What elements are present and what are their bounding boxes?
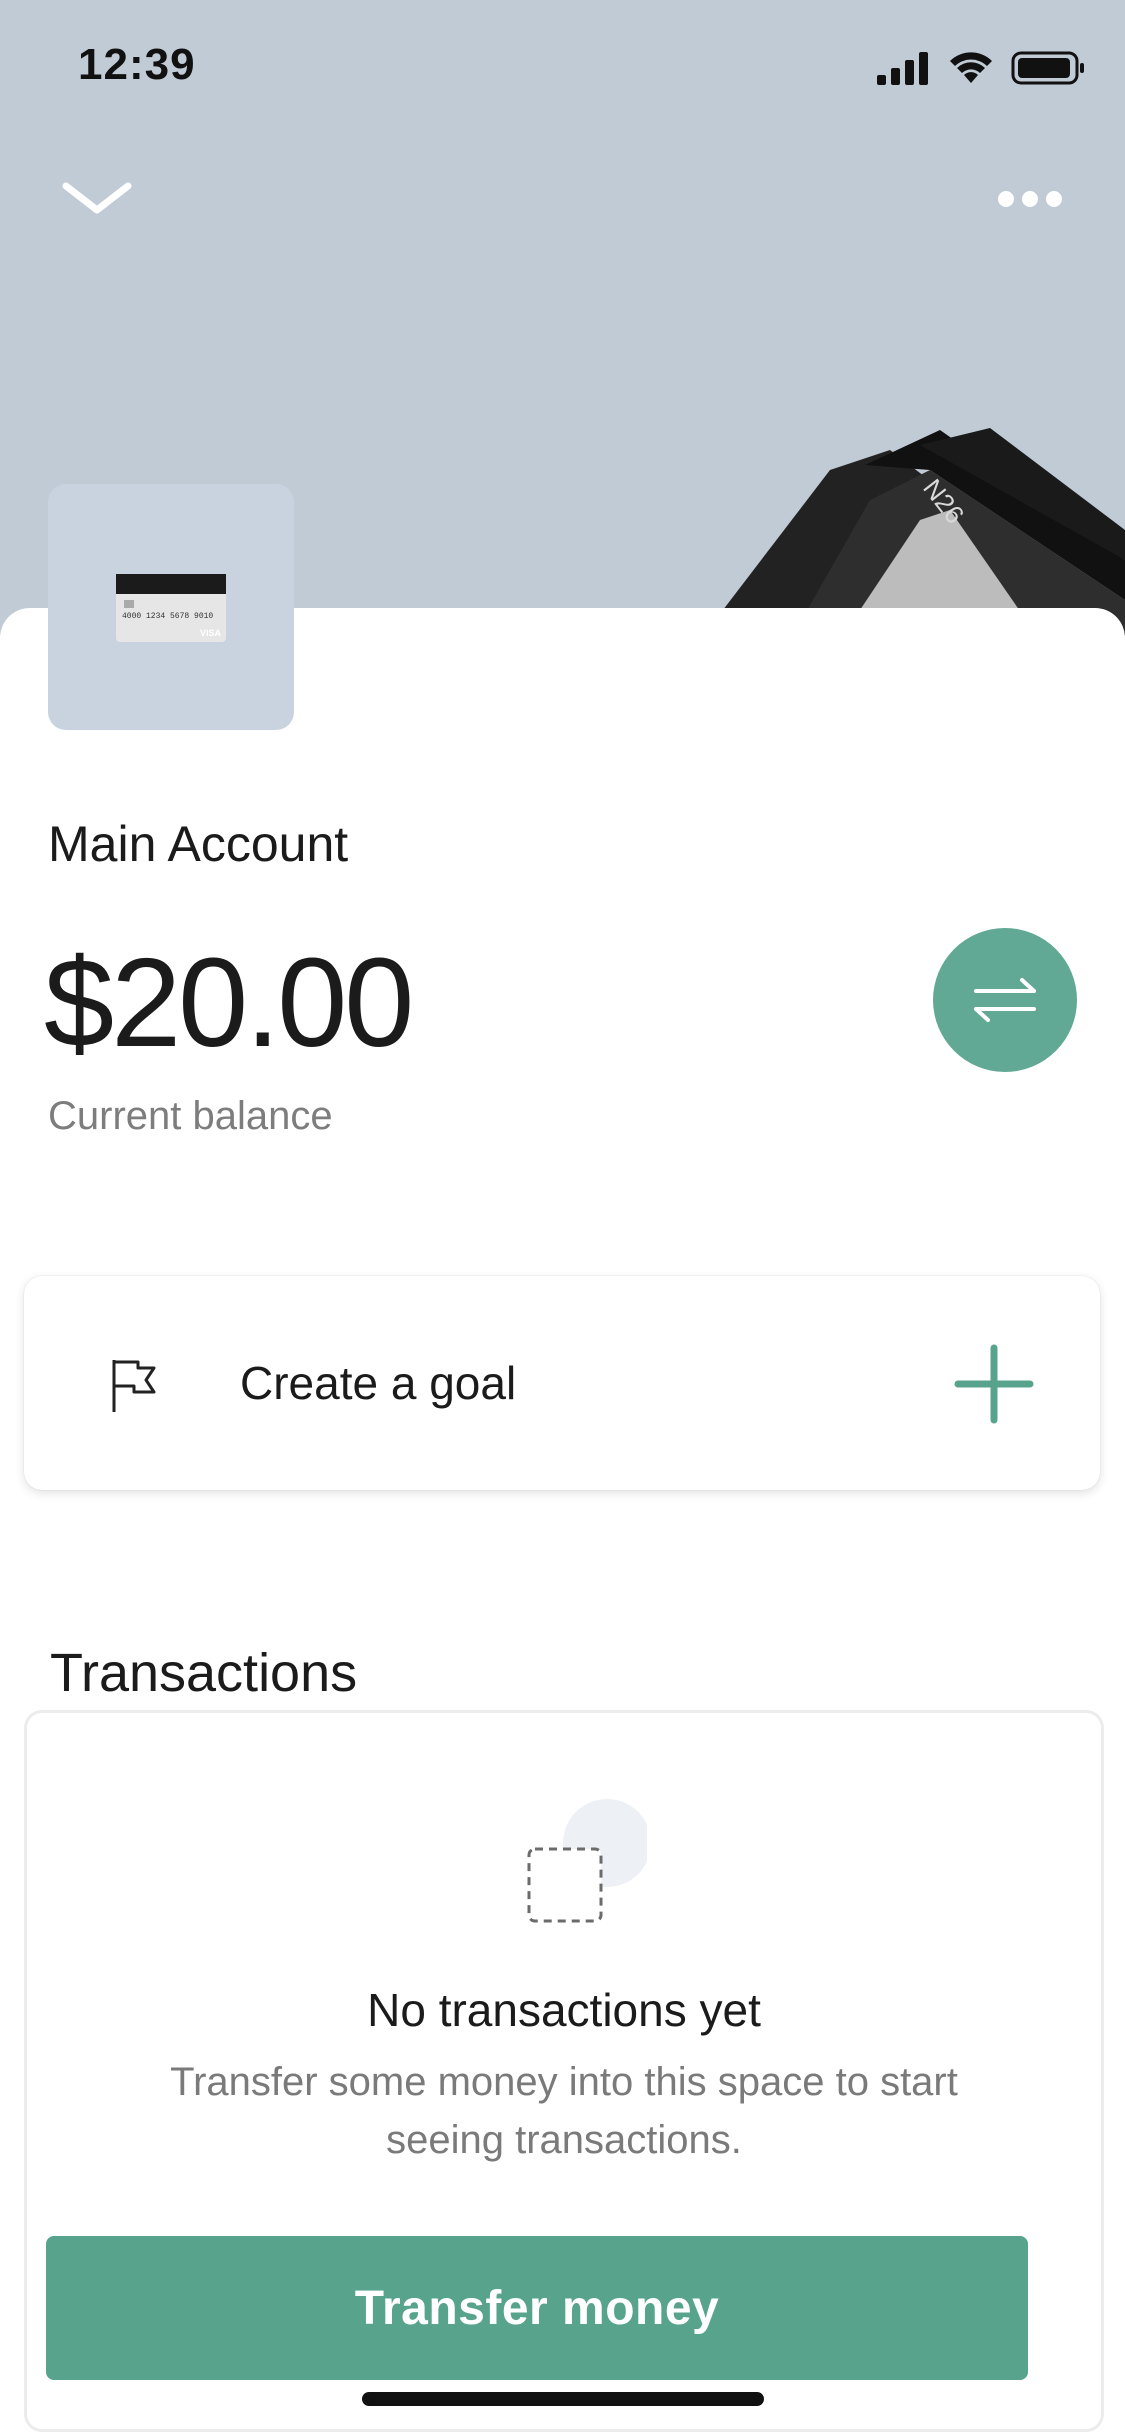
wallet-illustration: N26: [700, 428, 1125, 640]
account-balance: $20.00: [44, 932, 414, 1073]
flag-icon: [112, 1360, 156, 1412]
create-goal-card[interactable]: Create a goal: [24, 1276, 1100, 1490]
empty-state-title: No transactions yet: [367, 1984, 761, 2036]
card-number-text: 4000 1234 5678 9010: [122, 612, 213, 621]
card-thumbnail: 4000 1234 5678 9010 VISA: [116, 574, 226, 642]
balance-label: Current balance: [48, 1094, 333, 1138]
chevron-down-icon[interactable]: [62, 180, 132, 220]
transfer-money-button[interactable]: Transfer money: [46, 2236, 1028, 2380]
swap-arrows-icon: [974, 978, 1036, 1022]
transactions-heading: Transactions: [50, 1643, 358, 1703]
empty-state-icon: [527, 1799, 647, 1923]
create-goal-label: Create a goal: [240, 1357, 517, 1409]
account-image[interactable]: 4000 1234 5678 9010 VISA: [48, 484, 294, 730]
status-icons: [877, 48, 1085, 88]
signal-icon: [877, 52, 928, 85]
empty-state-description: Transfer some money into this space to s…: [170, 2060, 958, 2162]
more-horizontal-icon[interactable]: [997, 184, 1063, 214]
account-name: Main Account: [48, 816, 349, 872]
home-indicator: [362, 2392, 764, 2406]
plus-icon[interactable]: [954, 1344, 1034, 1424]
visa-logo: VISA: [200, 628, 222, 638]
battery-icon: [1011, 51, 1084, 85]
status-time: 12:39: [78, 40, 196, 89]
wifi-icon: [950, 52, 992, 83]
transfer-swap-button[interactable]: [933, 928, 1077, 1072]
